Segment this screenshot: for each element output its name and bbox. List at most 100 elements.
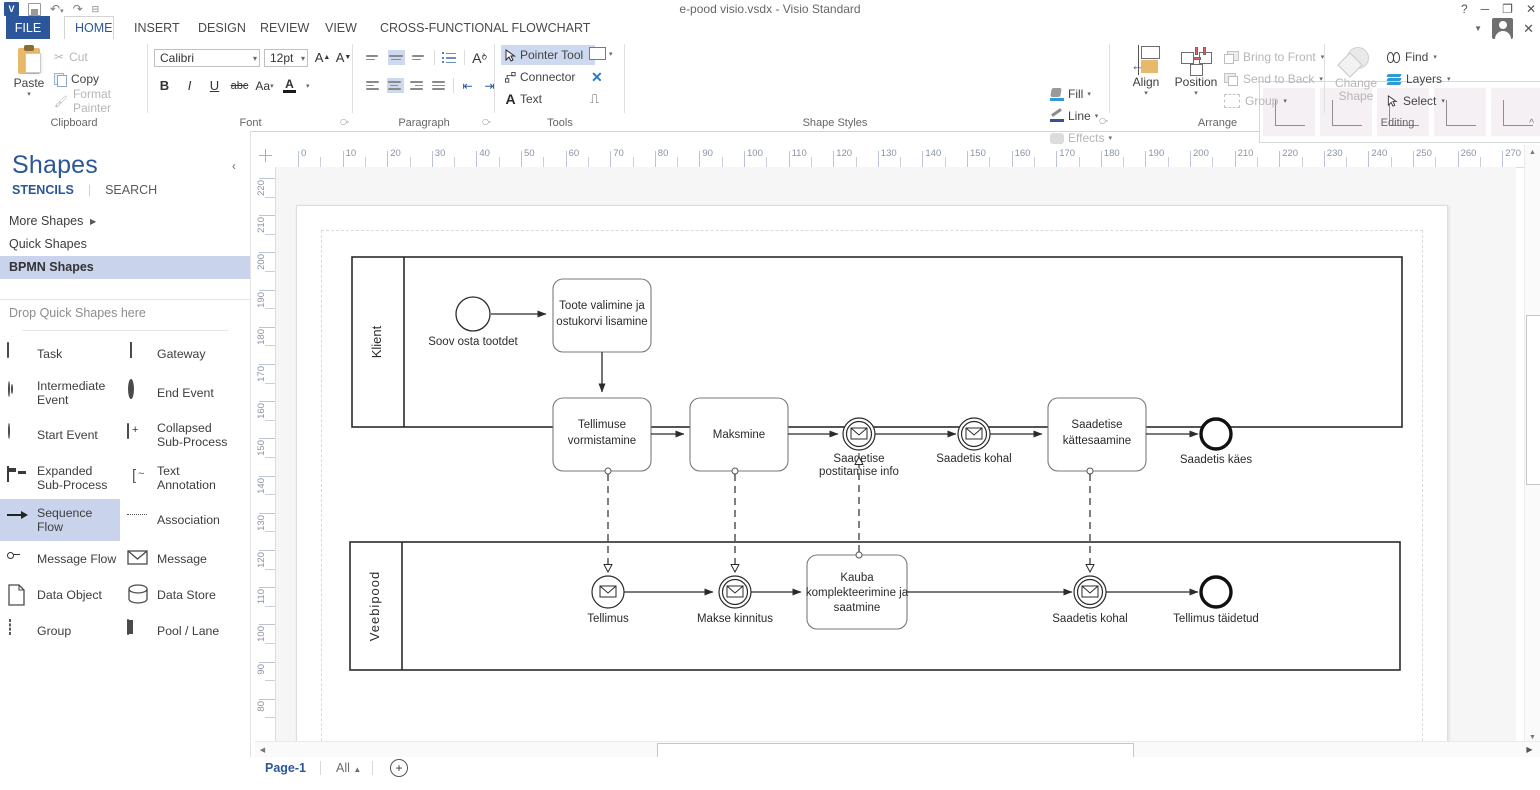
master-expanded-subprocess[interactable]: Expanded Sub-Process [0,457,120,499]
close-document-icon[interactable]: ✕ [1523,21,1534,37]
format-painter-button[interactable]: 🖌 Format Painter [54,87,148,115]
node-start-event-soov-osta-tootdet[interactable]: Soov osta tootdet [428,296,519,348]
decrease-indent-icon[interactable]: ⇤ [459,77,476,94]
select-button[interactable]: Select ▾ [1387,91,1445,111]
master-association[interactable]: Association [120,499,240,541]
justify-icon[interactable] [431,78,448,93]
send-to-back-button[interactable]: Send to Back ▾ [1224,69,1323,89]
tab-file[interactable]: FILE [6,16,50,40]
node-task-saadetise-kattesaamine[interactable]: Saadetise kättesaamine [1047,397,1147,472]
node-task-tellimuse-vormistamine[interactable]: Tellimuse vormistamine [552,397,652,472]
node-task-kauba-komplekteerimine-ja-saatmine[interactable]: Kauba komplekteerimine ja saatmine [806,554,909,630]
message-flow-maksmine-to-makse-kinnitus[interactable] [732,467,738,572]
bpmn-diagram[interactable]: Klient Soov osta tootdet Toote valimine … [276,167,1516,745]
font-name-combo[interactable]: Calibri ▾ [154,49,260,67]
message-flow-tellimuse-vormistamine-to-tellimus[interactable] [605,467,611,572]
horizontal-scrollbar[interactable]: ◀ ▶ [255,741,1540,758]
font-color-button[interactable]: A [281,77,298,94]
insert-page-button[interactable]: + [390,759,408,777]
ribbon-display-options-icon[interactable]: ▼ [1474,24,1482,33]
help-icon[interactable]: ? [1461,2,1468,16]
minimize-icon[interactable]: ─ [1481,2,1490,16]
user-avatar[interactable] [1492,18,1514,39]
tab-review[interactable]: REVIEW [250,16,319,40]
scroll-left-icon[interactable]: ◀ [255,742,270,757]
node-intermediate-event-saadetis-kohal-klient[interactable]: Saadetis kohal [936,417,1012,465]
font-dialog-launcher[interactable]: ⧂ [340,117,349,128]
align-button[interactable]: ← Align ▾ [1124,45,1168,97]
shape-picker-button[interactable]: ▾ [589,47,613,60]
tab-insert[interactable]: INSERT [124,16,190,40]
node-intermediate-event-saadetis-kohal-veebipood[interactable]: Saadetis kohal [1052,575,1128,625]
group-button[interactable]: Group ▾ [1224,91,1287,111]
tab-view[interactable]: VIEW [315,16,367,40]
font-size-combo[interactable]: 12pt ▾ [264,49,308,67]
align-center-icon[interactable] [387,78,404,93]
horizontal-ruler[interactable]: 0 10 20 30 40 50 60 70 80 90 100 110 120 130 140 150 160… [255,145,1525,168]
master-gateway[interactable]: Gateway [120,336,240,372]
shrink-font-button[interactable]: A ▼ [335,49,352,66]
grow-font-button[interactable]: A ▲ [314,49,331,66]
align-bottom-icon[interactable] [411,50,428,65]
crop-rotate-icon[interactable]: ⎍ [590,91,599,107]
close-icon[interactable]: ✕ [1526,2,1536,16]
master-data-store[interactable]: Data Store [120,577,240,613]
pencil-tools-icon[interactable]: ✕ [591,69,603,86]
tab-cross-functional-flowchart[interactable]: CROSS-FUNCTIONAL FLOWCHART [370,16,600,40]
stencil-bpmn-shapes[interactable]: BPMN Shapes [0,256,250,279]
layers-button[interactable]: Layers ▾ [1386,69,1451,89]
node-task-maksmine[interactable]: Maksmine [689,397,789,472]
node-task-toote-valimine[interactable]: Toote valimine ja ostukorvi lisamine [552,278,652,353]
node-end-event-tellimus-taidetud[interactable]: Tellimus täidetud [1173,575,1259,625]
align-middle-icon[interactable] [388,50,405,65]
tab-home[interactable]: HOME [64,16,114,40]
master-sequence-flow[interactable]: Sequence Flow [0,498,120,542]
copy-button[interactable]: Copy [54,69,99,89]
node-intermediate-event-tellimus[interactable]: Tellimus [587,575,629,625]
paste-caret-icon[interactable]: ▾ [27,90,31,98]
bring-to-front-button[interactable]: Bring to Front ▾ [1224,47,1324,67]
vertical-scroll-thumb[interactable] [1526,315,1540,485]
master-collapsed-subprocess[interactable]: Collapsed Sub-Process [120,414,240,456]
bold-button[interactable]: B [156,77,173,94]
master-data-object[interactable]: Data Object [0,577,120,613]
tab-search[interactable]: SEARCH [105,183,157,197]
collapse-panel-icon[interactable]: ‹ [232,159,236,173]
align-left-icon[interactable] [365,78,382,93]
change-case-button[interactable]: Aa ▾ [255,77,273,94]
stencil-quick-shapes[interactable]: Quick Shapes [0,233,250,256]
drawing-canvas[interactable]: Klient Soov osta tootdet Toote valimine … [276,167,1516,745]
message-flow-saadetise-kattesaamine-to-saadetis-kohal[interactable] [1087,467,1093,572]
change-shape-button[interactable]: Change Shape [1331,47,1381,103]
node-end-event-saadetis-kaes[interactable]: Saadetis käes [1180,417,1252,466]
master-message-flow[interactable]: Message Flow [0,541,120,577]
bullet-list-icon[interactable] [441,50,458,65]
scroll-up-icon[interactable]: ▲ [1525,145,1540,160]
master-end-event[interactable]: End Event [120,372,240,414]
text-direction-icon[interactable]: A ⥁ [471,49,488,66]
text-tool-button[interactable]: A Text [501,89,546,109]
strikethrough-button[interactable]: abc [231,77,249,94]
find-button[interactable]: Find ▾ [1387,47,1437,67]
align-right-icon[interactable] [409,78,426,93]
tab-stencils[interactable]: STENCILS [12,183,74,197]
page-tab-page-1[interactable]: Page-1 [265,761,306,775]
master-pool-lane[interactable]: Pool / Lane [120,613,240,649]
master-task[interactable]: Task [0,336,120,372]
pointer-tool-button[interactable]: Pointer Tool [501,45,595,65]
all-pages-button[interactable]: All ▲ [336,761,361,775]
ruler-origin-button[interactable] [255,145,275,167]
master-group[interactable]: Group [0,613,120,649]
align-top-icon[interactable] [365,50,382,65]
paste-button[interactable]: Paste ▾ [8,45,50,98]
master-start-event[interactable]: Start Event [0,414,120,456]
line-button[interactable]: Line ▾ [1050,105,1098,127]
font-color-caret-icon[interactable]: ▾ [306,82,310,90]
underline-button[interactable]: U [206,77,223,94]
cut-button[interactable]: ✂ Cut [54,47,88,67]
shape-styles-dialog-launcher[interactable]: ⧂ [1099,116,1108,127]
tab-design[interactable]: DESIGN [188,16,256,40]
vertical-scrollbar[interactable]: ▲ ▼ [1524,145,1540,745]
vertical-ruler[interactable]: 220 210 200 190 180 170 160 150 140 130 120 110 100 9… [255,167,276,745]
restore-icon[interactable]: ❐ [1502,2,1513,16]
